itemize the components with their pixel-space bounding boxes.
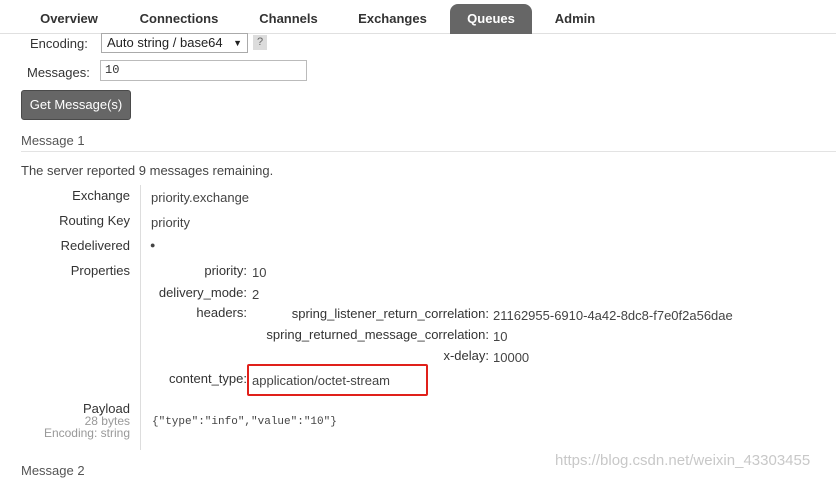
tab-overview[interactable]: Overview [21,4,117,34]
main-nav-tabs: Overview Connections Channels Exchanges … [0,0,836,34]
remaining-prefix: The server reported [21,163,139,178]
tab-admin[interactable]: Admin [536,4,614,34]
return-correlation-label: spring_listener_return_correlation: [291,306,489,321]
encoding-select[interactable]: Auto string / base64 ▼ [101,33,248,53]
tab-exchanges[interactable]: Exchanges [340,4,445,34]
details-divider [140,185,141,450]
exchange-value: priority.exchange [151,190,250,205]
remaining-messages-text: The server reported 9 messages remaining… [21,163,273,178]
message-1-title: Message 1 [21,133,85,148]
returned-message-correlation-label: spring_returned_message_correlation: [266,327,489,342]
tab-queues[interactable]: Queues [450,4,532,34]
encoding-select-value: Auto string / base64 [107,35,223,50]
remaining-count: 9 [138,163,147,178]
priority-value: 10 [252,265,267,280]
section-divider [21,151,836,152]
routing-key-label: Routing Key [59,213,130,228]
content-type-label: content_type: [168,371,247,386]
chevron-down-icon: ▼ [233,38,242,48]
messages-count-input[interactable]: 10 [100,60,307,81]
delivery-mode-value: 2 [252,287,260,302]
help-icon[interactable]: ? [253,35,267,50]
watermark-text: https://blog.csdn.net/weixin_43303455 [555,452,811,469]
headers-label: headers: [196,305,247,320]
tab-channels[interactable]: Channels [241,4,336,34]
x-delay-value: 10000 [493,350,530,365]
priority-label: priority: [204,263,247,278]
messages-label: Messages: [27,65,90,80]
redelivered-indicator-icon: ● [150,240,156,250]
exchange-label: Exchange [72,188,130,203]
payload-value: {"type":"info","value":"10"} [152,416,337,428]
tab-connections[interactable]: Connections [121,4,237,34]
get-messages-button[interactable]: Get Message(s) [21,90,131,120]
message-2-title: Message 2 [21,463,85,478]
routing-key-value: priority [151,215,191,230]
redelivered-label: Redelivered [60,238,130,253]
encoding-label: Encoding: [30,36,88,51]
return-correlation-value: 21162955-6910-4a42-8dc8-f7e0f2a56dae [493,308,733,323]
returned-message-correlation-value: 10 [493,329,508,344]
properties-label: Properties [70,263,130,278]
delivery-mode-label: delivery_mode: [158,285,247,300]
content-type-highlight-box [247,364,428,396]
x-delay-label: x-delay: [443,348,489,363]
remaining-suffix: messages remaining. [146,163,274,178]
payload-encoding: Encoding: string [43,426,130,440]
